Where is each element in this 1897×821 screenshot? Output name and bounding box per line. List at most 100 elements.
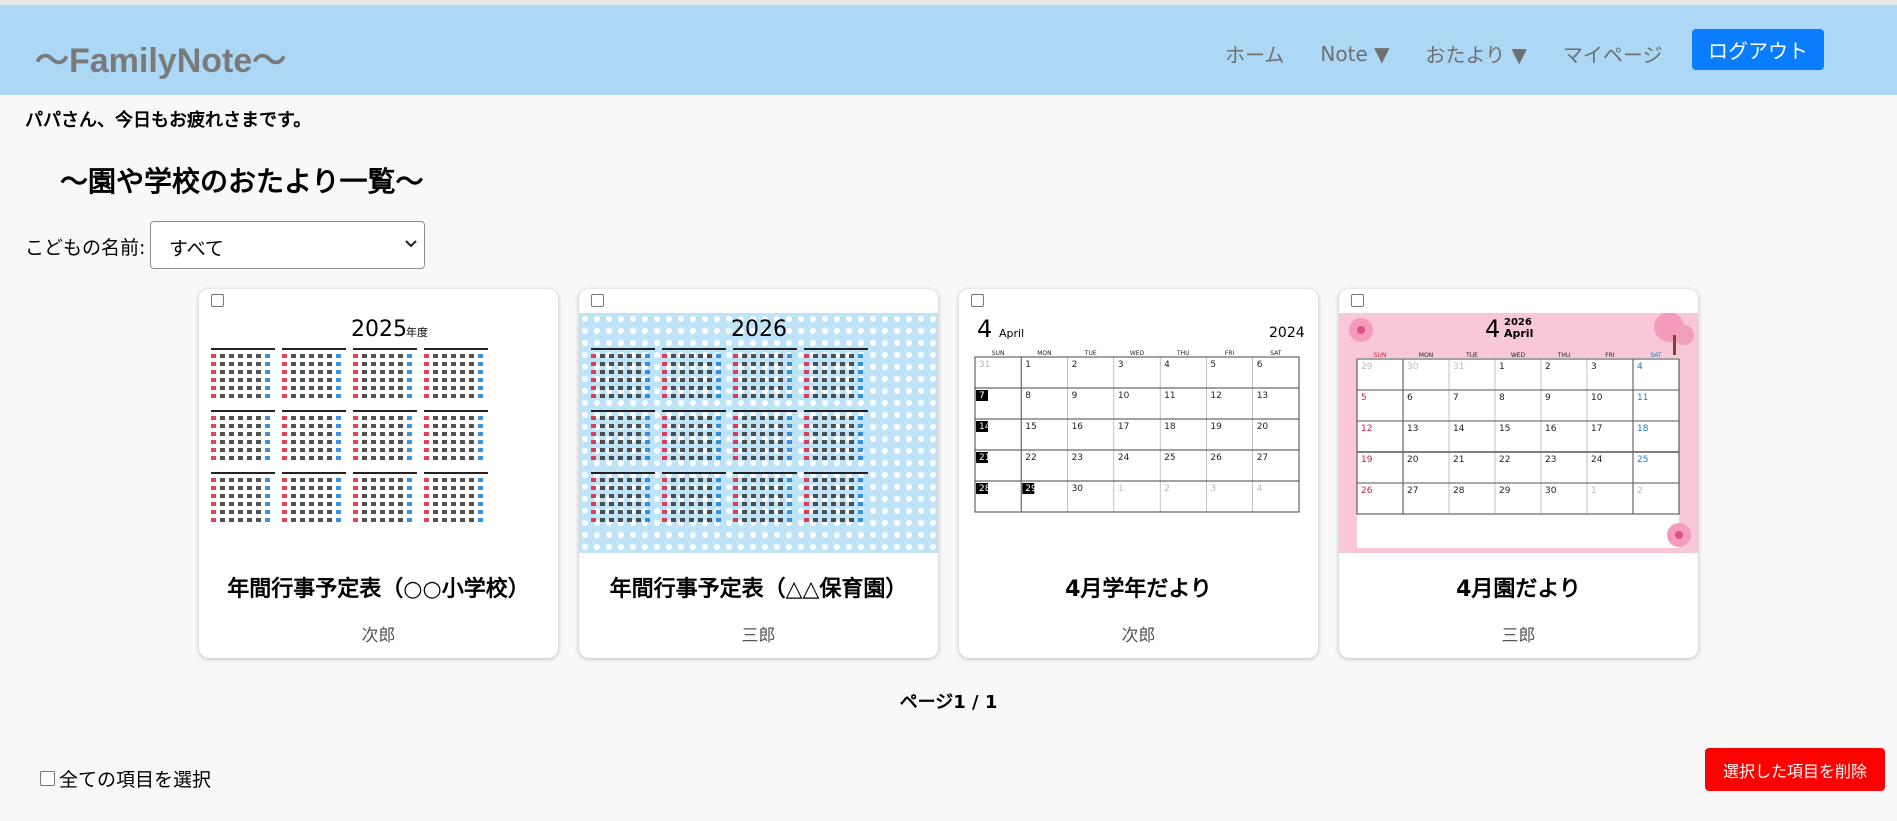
weekday-label: FRI [1225, 350, 1235, 357]
day-number: 7 [1453, 393, 1459, 403]
day-number: 2 [1072, 360, 1078, 370]
day-number: 13 [1407, 424, 1418, 434]
day-number: 4 [1637, 362, 1643, 372]
select-all-checkbox[interactable] [40, 771, 55, 786]
day-number: 23 [1545, 455, 1556, 465]
weekday-label: MON [1037, 350, 1051, 357]
day-number: 5 [1361, 393, 1367, 403]
card-child-name: 次郎 [361, 626, 396, 646]
day-number: 12 [1210, 391, 1221, 401]
nav-otayori-dropdown[interactable]: おたより ▼ [1426, 39, 1527, 68]
day-number: 22 [1025, 453, 1036, 463]
day-number: 2 [1545, 362, 1551, 372]
day-number: 29 [1025, 484, 1037, 494]
weekday-label: THU [1176, 350, 1190, 357]
otayori-card[interactable]: 4 2026 April SUN MON TUE WED THU FRI SAT 29 30 31… [1339, 289, 1698, 658]
weekday-label: WED [1511, 352, 1526, 359]
weekday-label: SAT [1270, 350, 1282, 357]
otayori-card[interactable]: 2025 年度 年間行事予定表（○○小学校） 次郎 [199, 289, 558, 658]
child-filter-value: すべて [169, 238, 224, 260]
weekday-label: FRI [1605, 352, 1615, 359]
day-number: 17 [1118, 422, 1129, 432]
logout-button[interactable]: ログアウト [1692, 29, 1824, 70]
card-checkbox[interactable] [211, 294, 224, 307]
day-number: 27 [1257, 453, 1268, 463]
day-number: 24 [1591, 455, 1603, 465]
card-checkbox[interactable] [971, 294, 984, 307]
day-number: 9 [1545, 393, 1551, 403]
nav-mypage[interactable]: マイページ [1563, 39, 1663, 68]
child-filter-select[interactable]: すべて [150, 221, 425, 269]
day-number: 1 [1025, 360, 1031, 370]
card-child-name: 次郎 [1121, 626, 1156, 646]
card-title: 年間行事予定表（△△保育園） [609, 577, 908, 602]
day-number: 30 [1545, 486, 1557, 496]
day-number: 7 [979, 391, 985, 401]
day-number: 31 [979, 360, 990, 370]
day-number: 28 [1453, 486, 1465, 496]
day-number: 18 [1637, 424, 1649, 434]
site-logo[interactable]: 〜FamilyNote〜 [35, 33, 286, 82]
day-number: 18 [1164, 422, 1176, 432]
day-number: 8 [1025, 391, 1031, 401]
yearly-calendar-thumbnail: 2026 [579, 313, 938, 553]
otayori-card[interactable]: 2026 年間行事予定表（△△保育園） 三郎 [579, 289, 938, 658]
card-child-name: 三郎 [741, 626, 776, 646]
weekday-label: TUE [1084, 350, 1097, 357]
weekday-label: THU [1557, 352, 1571, 359]
day-number: 3 [1118, 360, 1124, 370]
weekday-label: TUE [1465, 352, 1478, 359]
day-number: 10 [1591, 393, 1603, 403]
day-number: 14 [979, 422, 991, 432]
day-number: 15 [1025, 422, 1036, 432]
day-number: 28 [979, 484, 991, 494]
day-number: 30 [1072, 484, 1084, 494]
thumb-year: 2025 [351, 317, 407, 342]
card-checkbox[interactable] [1351, 294, 1364, 307]
day-number: 2 [1637, 486, 1643, 496]
day-number: 1 [1118, 484, 1124, 494]
otayori-card[interactable]: 4 April 2024 SUN MON TUE WED THU FRI SAT 31 1 2 3 4… [959, 289, 1318, 658]
day-number: 23 [1072, 453, 1083, 463]
monthly-calendar-thumbnail: 4 April 2024 SUN MON TUE WED THU FRI SAT 31 1 2 3 4… [959, 313, 1318, 553]
day-number: 26 [1210, 453, 1222, 463]
day-number: 9 [1072, 391, 1078, 401]
day-number: 29 [1499, 486, 1511, 496]
day-number: 10 [1118, 391, 1130, 401]
day-number: 11 [1164, 391, 1175, 401]
day-number: 20 [1257, 422, 1269, 432]
card-child-name: 三郎 [1501, 626, 1536, 646]
day-number: 1 [1499, 362, 1505, 372]
chevron-down-icon [404, 233, 418, 259]
pagination-info: ページ1 / 1 [899, 692, 998, 713]
day-number: 11 [1637, 393, 1648, 403]
thumb-year: 2024 [1269, 325, 1305, 341]
day-number: 12 [1361, 424, 1372, 434]
weekday-label: MON [1419, 352, 1433, 359]
day-number: 8 [1499, 393, 1505, 403]
day-number: 5 [1210, 360, 1216, 370]
yearly-calendar-thumbnail: 2025 年度 [199, 313, 558, 553]
select-all-label: 全ての項目を選択 [59, 769, 212, 791]
monthly-calendar-thumbnail: 4 2026 April SUN MON TUE WED THU FRI SAT 29 30 31… [1339, 313, 1698, 553]
card-checkbox[interactable] [591, 294, 604, 307]
day-number: 31 [1453, 362, 1464, 372]
card-title: 年間行事予定表（○○小学校） [227, 577, 530, 602]
nav-home[interactable]: ホーム [1225, 39, 1284, 68]
day-number: 17 [1591, 424, 1602, 434]
weekday-label: SUN [1374, 352, 1387, 359]
day-number: 24 [1118, 453, 1130, 463]
nav-note-dropdown[interactable]: Note ▼ [1320, 42, 1389, 66]
day-number: 16 [1072, 422, 1084, 432]
day-number: 25 [1637, 455, 1648, 465]
select-all-control[interactable]: 全ての項目を選択 [40, 765, 211, 792]
day-number: 22 [1499, 455, 1510, 465]
day-number: 19 [1210, 422, 1222, 432]
weekday-label: WED [1130, 350, 1145, 357]
main-nav: ホーム Note ▼ おたより ▼ マイページ [1225, 39, 1698, 68]
thumb-month-name: April [999, 327, 1024, 340]
weekday-label: SUN [992, 350, 1005, 357]
delete-selected-button[interactable]: 選択した項目を削除 [1705, 748, 1885, 791]
day-number: 20 [1407, 455, 1419, 465]
thumb-month-name: April [1504, 327, 1533, 340]
